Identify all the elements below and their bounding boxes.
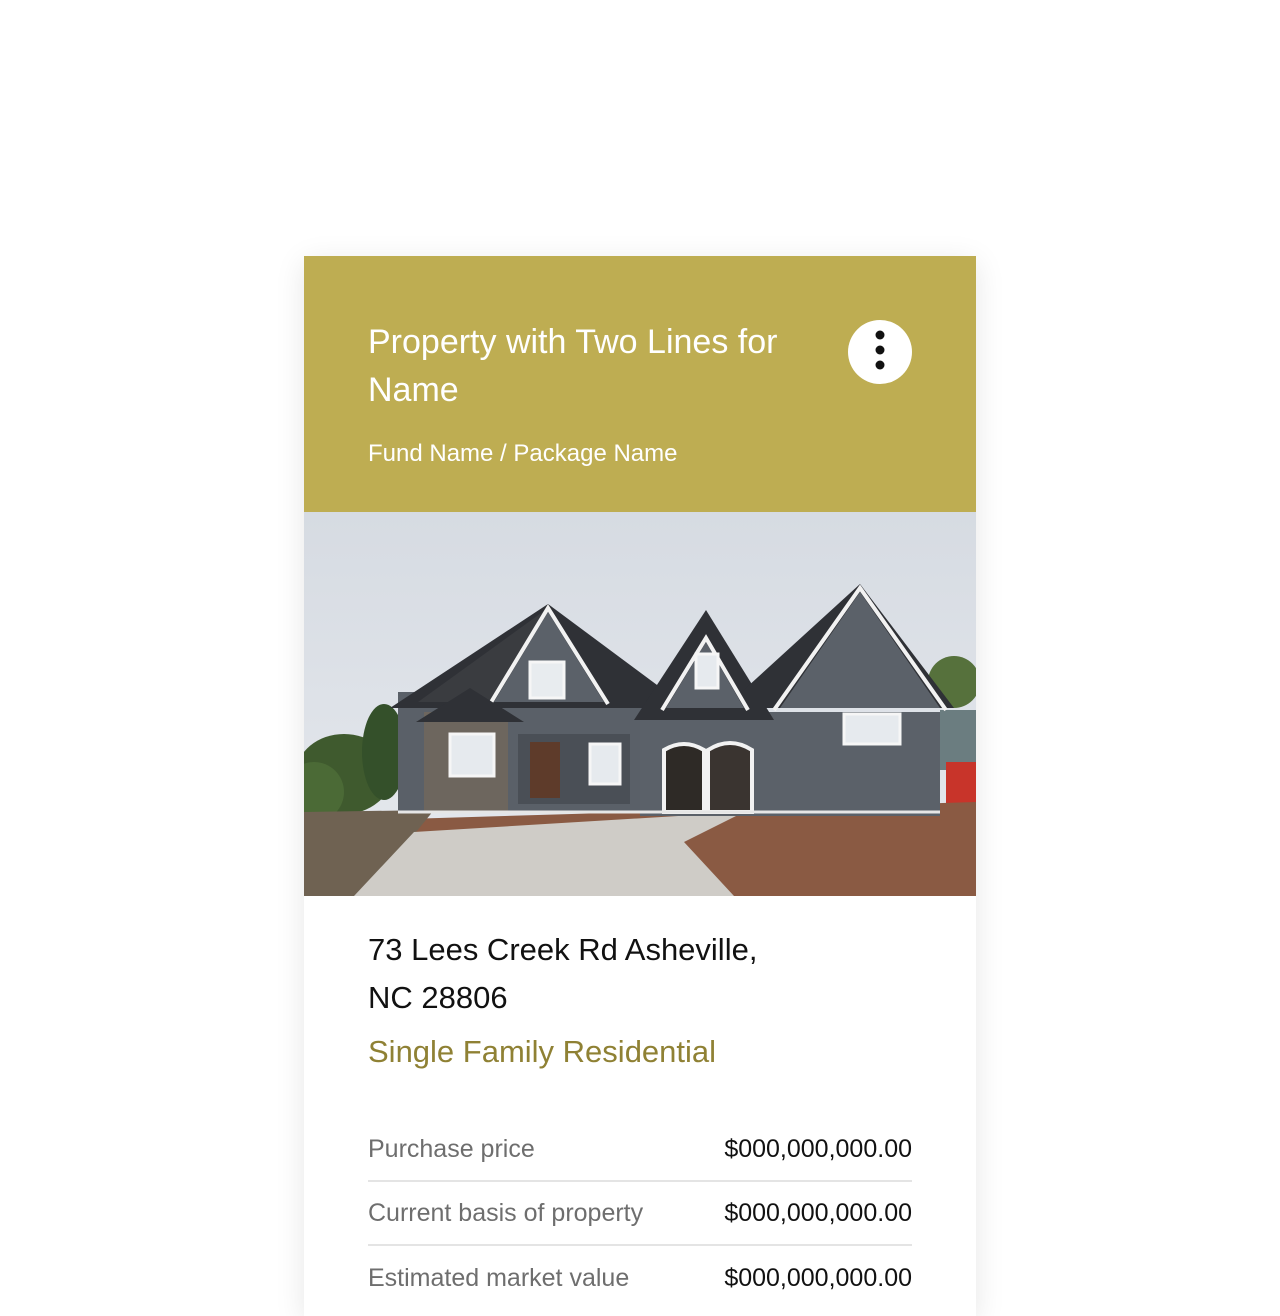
property-details: 73 Lees Creek Rd Asheville, NC 28806 Sin… bbox=[368, 926, 912, 1076]
more-options-button[interactable] bbox=[848, 320, 912, 384]
house-photo bbox=[304, 512, 976, 896]
row-label: Estimated market value bbox=[368, 1263, 630, 1292]
financial-row-purchase-price: Purchase price $000,000,000.00 bbox=[368, 1118, 912, 1182]
property-type: Single Family Residential bbox=[368, 1034, 717, 1069]
fund-package-name: Fund Name / Package Name bbox=[368, 440, 678, 467]
financial-row-current-basis: Current basis of property $000,000,000.0… bbox=[368, 1182, 912, 1246]
property-address: 73 Lees Creek Rd Asheville, NC 28806 bbox=[368, 932, 758, 1015]
row-label: Current basis of property bbox=[368, 1198, 644, 1227]
financial-row-estimated-market-value: Estimated market value $000,000,000.00 bbox=[368, 1246, 912, 1310]
row-value: $000,000,000.00 bbox=[724, 1198, 912, 1227]
more-vertical-icon bbox=[875, 330, 885, 370]
property-card: Property with Two Lines for Name Fund Na… bbox=[304, 256, 976, 1316]
row-label: Purchase price bbox=[368, 1134, 535, 1163]
property-photo bbox=[304, 512, 976, 896]
row-value: $000,000,000.00 bbox=[724, 1263, 912, 1292]
row-value: $000,000,000.00 bbox=[724, 1134, 912, 1163]
property-title: Property with Two Lines for Name bbox=[368, 323, 778, 409]
financials-list: Purchase price $000,000,000.00 Current b… bbox=[368, 1118, 912, 1310]
card-header: Property with Two Lines for Name Fund Na… bbox=[304, 256, 976, 512]
